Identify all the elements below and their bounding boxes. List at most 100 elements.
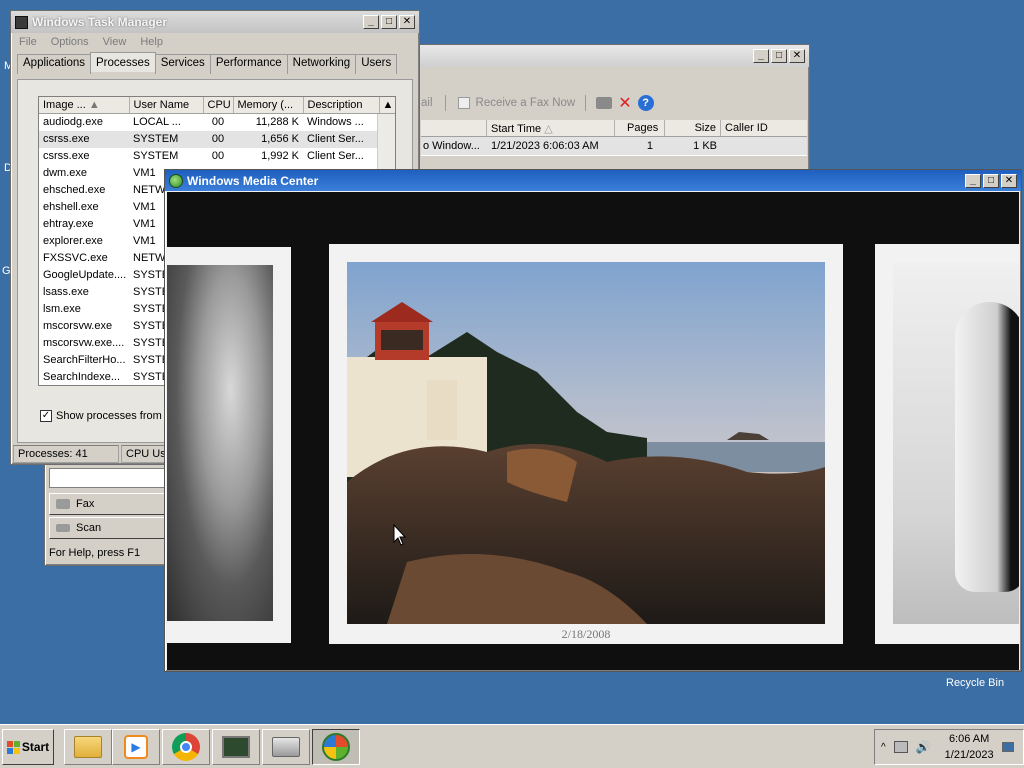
table-row[interactable]: csrss.exe SYSTEM 00 1,992 K Client Ser...: [39, 148, 395, 165]
table-row[interactable]: o Window... 1/21/2023 6:06:03 AM 1 1 KB: [421, 137, 807, 155]
cell-image: explorer.exe: [43, 235, 103, 247]
taskbar-media-player[interactable]: ▶: [112, 729, 160, 765]
start-label: Start: [21, 740, 50, 754]
cell-image: csrss.exe: [43, 133, 90, 145]
windows-logo-icon: [6, 740, 20, 754]
col-caller-id[interactable]: Caller ID: [721, 120, 807, 136]
network-icon[interactable]: [893, 741, 908, 753]
receive-fax-button[interactable]: Receive a Fax Now: [476, 97, 576, 109]
cell-cpu: 00: [211, 150, 225, 162]
fax-list: Start Time △ Pages Size Caller ID o Wind…: [421, 120, 807, 156]
media-center-title: Windows Media Center: [187, 173, 319, 188]
fax-status-bar: For Help, press F1: [49, 547, 141, 559]
scan-icon: [56, 524, 70, 532]
cell-description: Windows ...: [307, 116, 364, 129]
tab-networking[interactable]: Networking: [286, 54, 357, 74]
menu-options[interactable]: Options: [51, 36, 89, 48]
cell-memory: 1,656 K: [261, 133, 299, 145]
cell-user: SYSTEM: [133, 150, 179, 162]
task-manager-titlebar[interactable]: Windows Task Manager _ □ ✕: [11, 11, 419, 33]
show-hidden-icons-icon[interactable]: ^: [881, 742, 886, 753]
photo-frame-current[interactable]: 2/18/2008: [329, 244, 843, 644]
tab-processes[interactable]: Processes: [90, 52, 156, 72]
col-cpu[interactable]: CPU: [203, 97, 234, 114]
fax-toolbar: ail Receive a Fax Now ✕ ?: [421, 93, 807, 113]
cell-image: SearchIndexe...: [43, 371, 121, 383]
nav-scan-label: Scan: [76, 522, 102, 534]
close-icon[interactable]: ✕: [789, 49, 805, 63]
taskbar-media-center[interactable]: [312, 729, 360, 765]
recycle-bin-label[interactable]: Recycle Bin: [946, 677, 1004, 689]
cell-cpu: 00: [211, 116, 225, 129]
fax-icon: [56, 499, 70, 509]
tab-services[interactable]: Services: [154, 54, 211, 74]
cell-image: SearchFilterHo...: [43, 354, 126, 366]
taskbar-chrome[interactable]: [162, 729, 210, 765]
media-center-taskbar-icon: [322, 733, 350, 761]
menu-file[interactable]: File: [19, 36, 37, 48]
minimize-icon[interactable]: _: [965, 173, 981, 188]
col-description[interactable]: Description: [303, 97, 380, 114]
toolbar-partial-label[interactable]: ail: [421, 97, 433, 109]
cell-image: ehshell.exe: [43, 201, 99, 213]
folder-icon: [74, 736, 102, 758]
col-image-name[interactable]: Image ... ▲: [39, 97, 130, 114]
cell-user: LOCAL ...: [133, 116, 181, 129]
media-player-icon: ▶: [124, 735, 148, 759]
cell-cpu: 00: [211, 133, 225, 145]
delete-icon[interactable]: ✕: [618, 93, 631, 113]
row-from: o Window...: [423, 140, 480, 152]
photo-frame-previous[interactable]: [167, 247, 291, 643]
show-desktop-icon[interactable]: [1001, 742, 1014, 752]
menu-view[interactable]: View: [103, 36, 127, 48]
media-center-titlebar[interactable]: Windows Media Center _ □ ✕: [165, 170, 1021, 191]
start-button[interactable]: Start: [2, 729, 54, 765]
help-icon[interactable]: ?: [637, 95, 654, 111]
maximize-icon[interactable]: □: [983, 173, 999, 188]
taskbar-explorer[interactable]: [64, 729, 112, 765]
table-row[interactable]: csrss.exe SYSTEM 00 1,656 K Client Ser...: [39, 130, 395, 148]
cell-image: lsm.exe: [43, 303, 81, 315]
cell-image: ehsched.exe: [43, 184, 106, 196]
photo-previous: [167, 265, 273, 621]
task-manager-icon: [222, 736, 250, 758]
print-icon[interactable]: [596, 97, 613, 109]
cell-description: Client Ser...: [307, 150, 364, 162]
col-memory[interactable]: Memory (...: [233, 97, 304, 114]
minimize-icon[interactable]: _: [363, 15, 379, 29]
col-user-name[interactable]: User Name: [129, 97, 204, 114]
task-manager-app-icon: [15, 15, 28, 29]
close-icon[interactable]: ✕: [1001, 173, 1017, 188]
photo-frame-next[interactable]: [875, 244, 1019, 644]
taskbar-fax-scan[interactable]: [262, 729, 310, 765]
maximize-icon[interactable]: □: [381, 15, 397, 29]
show-all-processes-checkbox-row[interactable]: ✓ Show processes from a: [40, 410, 171, 422]
row-pages: 1: [646, 140, 653, 152]
nav-scan-button[interactable]: Scan: [49, 517, 165, 539]
scroll-up-icon[interactable]: ▲: [379, 97, 395, 114]
tab-applications[interactable]: Applications: [17, 54, 92, 74]
mouse-cursor-icon: [393, 524, 407, 546]
sort-ascending-icon: △: [544, 123, 553, 135]
sort-ascending-icon: ▲: [88, 99, 100, 111]
clock[interactable]: 6:06 AM 1/21/2023: [945, 731, 994, 763]
menu-help[interactable]: Help: [140, 36, 163, 48]
media-center-window[interactable]: Windows Media Center _ □ ✕ 2/18/2008: [164, 169, 1022, 672]
nav-fax-button[interactable]: Fax: [49, 493, 165, 515]
show-all-processes-checkbox[interactable]: ✓: [40, 410, 52, 422]
tab-performance[interactable]: Performance: [209, 54, 288, 74]
maximize-icon[interactable]: □: [771, 49, 787, 63]
col-pages[interactable]: Pages: [615, 120, 665, 136]
minimize-icon[interactable]: _: [753, 49, 769, 63]
col-size[interactable]: Size: [665, 120, 721, 136]
photo-next: [893, 262, 1019, 624]
taskbar-task-manager[interactable]: [212, 729, 260, 765]
close-icon[interactable]: ✕: [399, 15, 415, 29]
table-row[interactable]: audiodg.exe LOCAL ... 00 11,288 K Windows ..…: [39, 114, 395, 131]
volume-icon[interactable]: 🔊: [916, 740, 931, 754]
media-center-content: 2/18/2008: [167, 192, 1019, 670]
cell-image: ehtray.exe: [43, 218, 94, 230]
tab-users[interactable]: Users: [355, 54, 398, 74]
fax-nav-input[interactable]: [49, 468, 165, 488]
col-start-time[interactable]: Start Time △: [487, 120, 615, 136]
